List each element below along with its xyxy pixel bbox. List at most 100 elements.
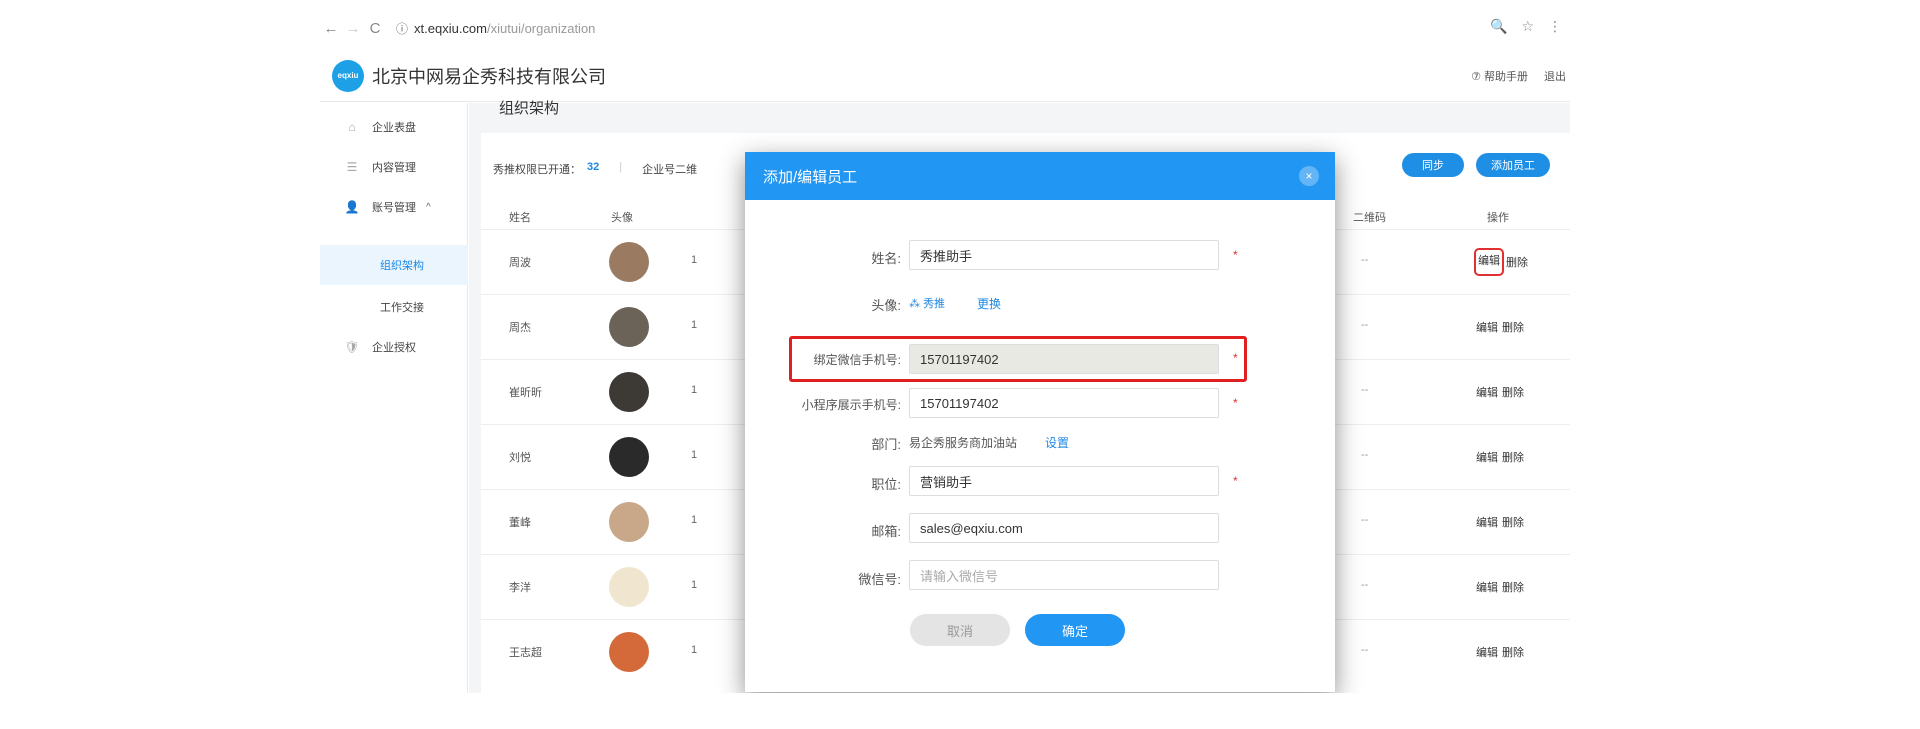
- row-actions: 编辑 删除: [1476, 449, 1524, 465]
- forward-icon[interactable]: →: [342, 20, 364, 37]
- confirm-button[interactable]: 确定: [1025, 614, 1125, 646]
- delete-link[interactable]: 删除: [1502, 644, 1524, 660]
- required-mark: *: [1233, 396, 1238, 410]
- reload-icon[interactable]: C: [364, 20, 386, 37]
- qr-value: --: [1361, 514, 1369, 526]
- sidebar-item-label: 组织架构: [380, 260, 424, 272]
- edit-link[interactable]: 编辑: [1476, 319, 1498, 335]
- sidebar-item-label: 企业授权: [372, 342, 416, 354]
- position-field[interactable]: 营销助手: [909, 466, 1219, 496]
- mp-phone-field[interactable]: 15701197402: [909, 388, 1219, 418]
- delete-link[interactable]: 删除: [1502, 449, 1524, 465]
- sync-button[interactable]: 同步: [1402, 153, 1464, 177]
- employee-name: 崔昕昕: [509, 387, 542, 399]
- help-link[interactable]: ⑦ 帮助手册: [1471, 68, 1528, 84]
- search-icon[interactable]: 🔍: [1490, 18, 1507, 35]
- app-header: eqxiu 北京中网易企秀科技有限公司 ⑦ 帮助手册 退出: [320, 50, 1570, 102]
- name-field[interactable]: 秀推助手: [909, 240, 1219, 270]
- qr-value: --: [1361, 319, 1369, 331]
- qr-value: --: [1361, 254, 1369, 266]
- avatar: [609, 437, 649, 477]
- row-actions: 编辑 删除: [1476, 384, 1524, 400]
- name-value: 秀推助手: [920, 248, 973, 264]
- browser-toolbar: ← → C ⓘ xt.eqxiu.com/xiutui/organization…: [320, 14, 1570, 42]
- name-label: 姓名:: [871, 251, 901, 266]
- mp-phone-value: 15701197402: [920, 395, 999, 411]
- sidebar-item-label: 企业表盘: [372, 122, 416, 134]
- delete-link[interactable]: 删除: [1502, 514, 1524, 530]
- avatar: [609, 372, 649, 412]
- header-qr: 二维码: [1353, 212, 1386, 224]
- header-name: 姓名: [509, 212, 531, 224]
- employee-name: 刘悦: [509, 452, 531, 464]
- logout-link[interactable]: 退出: [1544, 68, 1566, 84]
- delete-link[interactable]: 删除: [1506, 254, 1528, 270]
- license-count: 32: [587, 161, 600, 173]
- info-icon[interactable]: ⓘ: [396, 20, 408, 37]
- edit-link[interactable]: 编辑: [1476, 514, 1498, 530]
- employee-name: 王志超: [509, 647, 542, 659]
- header-ops: 操作: [1487, 212, 1509, 224]
- url-path: /xiutui/organization: [487, 20, 596, 36]
- cell-fragment: 1: [691, 449, 698, 461]
- delete-link[interactable]: 删除: [1502, 384, 1524, 400]
- dept-label: 部门:: [871, 437, 901, 452]
- delete-link[interactable]: 删除: [1502, 579, 1524, 595]
- sidebar-item-handover[interactable]: 工作交接: [320, 287, 468, 327]
- cancel-button[interactable]: 取消: [910, 614, 1010, 646]
- sidebar-item-content[interactable]: ☰ 内容管理: [320, 147, 468, 187]
- edit-link[interactable]: 编辑: [1476, 384, 1498, 400]
- sidebar-item-authorization[interactable]: 🛡 企业授权: [320, 327, 468, 367]
- required-mark: *: [1233, 351, 1238, 365]
- dialog-header: 添加/编辑员工 ×: [745, 152, 1335, 200]
- row-actions: 编辑 删除: [1476, 644, 1524, 660]
- info-row: 秀推权限已开通： 32 | 企业号二维: [493, 161, 697, 177]
- required-mark: *: [1233, 474, 1238, 488]
- address-bar[interactable]: xt.eqxiu.com/xiutui/organization: [414, 21, 595, 36]
- star-icon[interactable]: ☆: [1521, 18, 1534, 35]
- dialog-title: 添加/编辑员工: [763, 168, 858, 186]
- qr-value: --: [1361, 579, 1369, 591]
- wechat-field[interactable]: 请输入微信号: [909, 560, 1219, 590]
- edit-link[interactable]: 编辑: [1474, 248, 1504, 276]
- employee-name: 董峰: [509, 517, 531, 529]
- page-title: 组织架构: [499, 100, 560, 117]
- sidebar-item-label: 内容管理: [372, 162, 416, 174]
- row-actions: 编辑 删除: [1476, 319, 1524, 335]
- cell-fragment: 1: [691, 644, 698, 656]
- avatar: [609, 632, 649, 672]
- add-employee-button[interactable]: 添加员工: [1476, 153, 1550, 177]
- avatar-logo: ⁂ 秀推: [909, 298, 946, 310]
- menu-icon[interactable]: ⋮: [1548, 18, 1562, 35]
- divider: |: [619, 161, 623, 173]
- list-icon: ☰: [346, 160, 358, 174]
- sidebar-item-dashboard[interactable]: ⌂ 企业表盘: [320, 107, 468, 147]
- edit-link[interactable]: 编辑: [1476, 579, 1498, 595]
- license-label: 秀推权限已开通：: [493, 164, 581, 176]
- position-label: 职位:: [871, 477, 901, 492]
- wechat-label: 微信号:: [858, 572, 901, 587]
- change-avatar-link[interactable]: 更换: [977, 295, 1001, 312]
- header-avatar: 头像: [611, 212, 633, 224]
- shield-icon: 🛡: [344, 340, 360, 354]
- screenshot: ← → C ⓘ xt.eqxiu.com/xiutui/organization…: [320, 0, 1570, 693]
- mp-phone-label: 小程序展示手机号:: [801, 398, 901, 412]
- delete-link[interactable]: 删除: [1502, 319, 1524, 335]
- avatar: [609, 307, 649, 347]
- avatar-label: 头像:: [871, 298, 901, 313]
- wx-phone-field: 15701197402: [909, 344, 1219, 374]
- email-value: sales@eqxiu.com: [920, 520, 1023, 536]
- back-icon[interactable]: ←: [320, 20, 342, 37]
- url-host: xt.eqxiu.com: [414, 20, 487, 36]
- close-icon[interactable]: ×: [1299, 166, 1319, 186]
- email-field[interactable]: sales@eqxiu.com: [909, 513, 1219, 543]
- edit-link[interactable]: 编辑: [1476, 449, 1498, 465]
- avatar: [609, 567, 649, 607]
- cell-fragment: 1: [691, 319, 698, 331]
- sidebar-item-account[interactable]: 👤 账号管理 ^: [320, 187, 468, 227]
- edit-link[interactable]: 编辑: [1476, 644, 1498, 660]
- sidebar-item-organization[interactable]: 组织架构: [320, 245, 468, 285]
- dept-set-link[interactable]: 设置: [1045, 434, 1069, 451]
- cell-fragment: 1: [691, 514, 698, 526]
- avatar-logo-text: 秀推: [923, 298, 946, 310]
